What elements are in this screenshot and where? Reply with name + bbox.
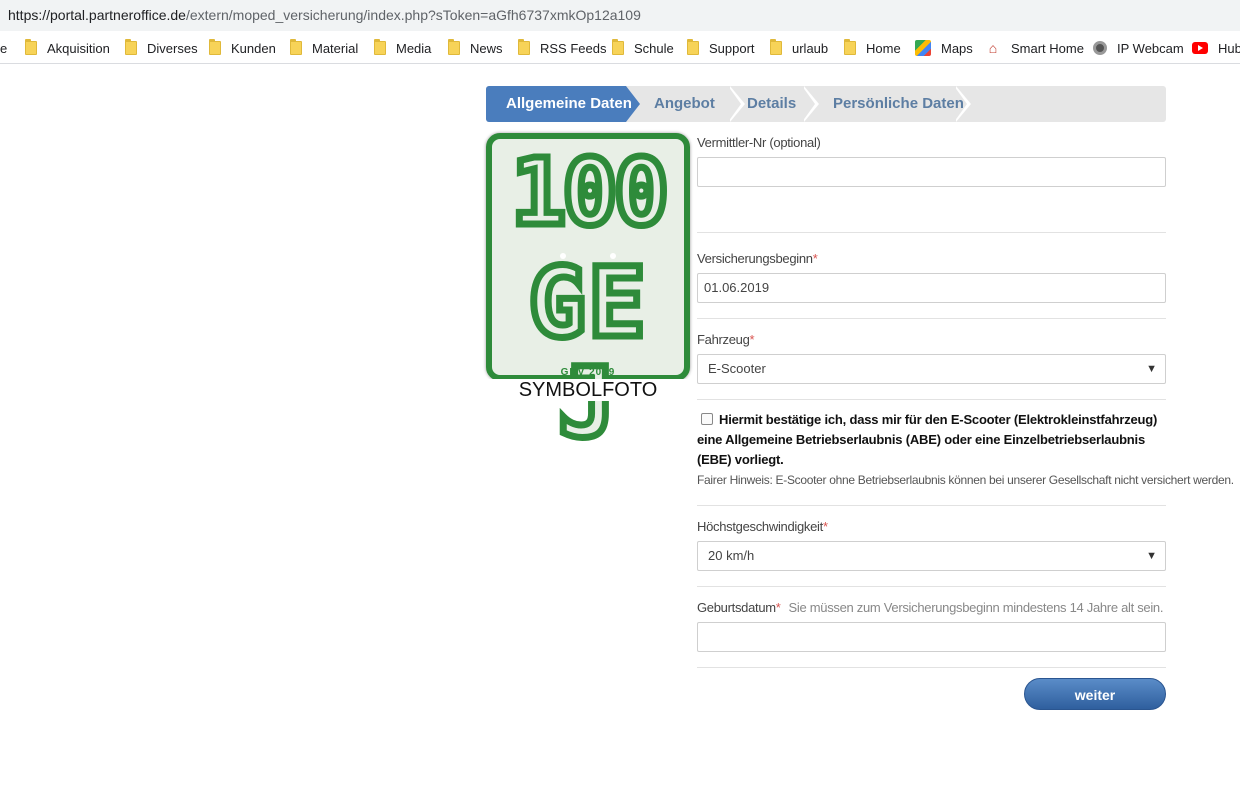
geschwindigkeit-selected-value: 20 km/h — [708, 548, 755, 563]
step-allgemeine-daten[interactable]: Allgemeine Daten — [506, 86, 632, 122]
weiter-button[interactable]: weiter — [1024, 678, 1166, 710]
step-persoenliche-daten[interactable]: Persönliche Daten — [833, 86, 964, 122]
maps-icon — [915, 40, 931, 56]
bookmark-media[interactable]: Media — [374, 39, 431, 57]
address-bar[interactable]: https://portal.partneroffice.de/extern/m… — [0, 0, 1240, 31]
bookmark-e[interactable]: e — [0, 39, 7, 57]
bookmark-label: Maps — [941, 40, 973, 56]
plate-number: 100 — [507, 139, 672, 246]
bookmark-label: News — [470, 40, 503, 56]
folder-icon — [687, 39, 699, 55]
step-separator-inner — [802, 86, 815, 122]
url-text[interactable]: https://portal.partneroffice.de/extern/m… — [8, 7, 641, 23]
divider — [697, 505, 1166, 506]
dropdown-arrow-icon: ▼ — [1146, 550, 1157, 562]
fahrzeug-label-text: Fahrzeug — [697, 332, 750, 347]
url-host: https://portal.partneroffice.de — [8, 7, 186, 23]
youtube-icon — [1192, 42, 1208, 54]
folder-icon — [844, 39, 856, 55]
step-separator-inner — [728, 86, 741, 122]
divider — [697, 318, 1166, 319]
geburtsdatum-label: Geburtsdatum* Sie müssen zum Versicherung… — [697, 600, 1163, 615]
bookmark-label: Home — [866, 40, 901, 56]
plate-board: 100 GE J GDV 2019 — [486, 133, 690, 457]
plate-footer: GDV 2019 — [560, 367, 616, 378]
vermittler-input[interactable] — [697, 157, 1166, 187]
bookmark-label: urlaub — [792, 40, 829, 56]
fahrzeug-label: Fahrzeug* — [697, 332, 755, 347]
bookmark-smart-home[interactable]: ⌂ Smart Home — [985, 39, 1084, 57]
divider — [697, 232, 1166, 233]
bookmark-kunden[interactable]: Kunden — [209, 39, 276, 57]
folder-icon — [612, 39, 624, 55]
step-details[interactable]: Details — [747, 86, 796, 122]
plate-letters: GE J — [525, 247, 650, 459]
bookmark-label: e — [0, 40, 8, 56]
required-mark: * — [812, 251, 818, 266]
folder-icon — [25, 39, 37, 55]
geburtsdatum-input[interactable] — [697, 622, 1166, 652]
dropdown-arrow-icon: ▼ — [1146, 363, 1157, 375]
bookmark-schule[interactable]: Schule — [612, 39, 674, 57]
bookmark-maps[interactable]: Maps — [915, 39, 973, 57]
required-mark: * — [775, 600, 781, 615]
divider — [697, 667, 1166, 668]
bookmark-support[interactable]: Support — [687, 39, 755, 57]
abe-confirm-text: Hiermit bestätige ich, dass mir für den … — [697, 412, 1158, 467]
step-angebot[interactable]: Angebot — [654, 86, 715, 122]
bookmark-hubs[interactable]: Hubs — [1192, 39, 1240, 57]
bookmark-urlaub[interactable]: urlaub — [770, 39, 828, 57]
versicherungsbeginn-input[interactable]: 01.06.2019 — [697, 273, 1166, 303]
folder-icon — [518, 39, 530, 55]
folder-icon — [448, 39, 460, 55]
fair-notice-text: Fairer Hinweis: E-Scooter ohne Betriebse… — [697, 473, 1234, 487]
bookmark-akquisition[interactable]: Akquisition — [25, 39, 110, 57]
geburtsdatum-hint: Sie müssen zum Versicherungsbeginn minde… — [788, 600, 1164, 615]
geburtsdatum-label-text: Geburtsdatum — [697, 600, 776, 615]
divider — [697, 586, 1166, 587]
bookmark-label: Support — [709, 40, 755, 56]
bookmark-diverses[interactable]: Diverses — [125, 39, 198, 57]
bookmarks-bar: e Akquisition Diverses Kunden Material M… — [0, 31, 1240, 64]
bookmark-label: Diverses — [147, 40, 198, 56]
bookmark-material[interactable]: Material — [290, 39, 358, 57]
required-mark: * — [822, 519, 828, 534]
fahrzeug-select[interactable]: E-Scooter ▼ — [697, 354, 1166, 384]
folder-icon — [209, 39, 221, 55]
bookmark-label: IP Webcam — [1117, 40, 1184, 56]
bookmark-label: Akquisition — [47, 40, 110, 56]
divider — [697, 399, 1166, 400]
bookmark-label: Media — [396, 40, 432, 56]
folder-icon — [770, 39, 782, 55]
bookmark-label: Schule — [634, 40, 674, 56]
vermittler-label: Vermittler-Nr (optional) — [697, 135, 821, 150]
webcam-icon — [1093, 41, 1107, 55]
geschwindigkeit-label: Höchstgeschwindigkeit* — [697, 519, 828, 534]
fahrzeug-selected-value: E-Scooter — [708, 361, 766, 376]
geschwindigkeit-label-text: Höchstgeschwindigkeit — [697, 519, 823, 534]
vermittler-label-text: Vermittler-Nr (optional) — [697, 135, 821, 150]
bookmark-ip-webcam[interactable]: IP Webcam — [1093, 39, 1184, 57]
folder-icon — [374, 39, 386, 55]
folder-icon — [125, 39, 137, 55]
folder-icon — [290, 39, 302, 55]
geschwindigkeit-select[interactable]: 20 km/h ▼ — [697, 541, 1166, 571]
bookmark-label: Kunden — [231, 40, 276, 56]
bookmark-label: Material — [312, 40, 359, 56]
versicherungsbeginn-label: Versicherungsbeginn* — [697, 251, 818, 266]
bookmark-label: RSS Feeds — [540, 40, 607, 56]
bookmark-news[interactable]: News — [448, 39, 503, 57]
bookmark-home[interactable]: Home — [844, 39, 901, 57]
bookmark-label: Smart Home — [1011, 40, 1084, 56]
url-path: /extern/moped_versicherung/index.php?sTo… — [185, 7, 641, 23]
bookmark-rss-feeds[interactable]: RSS Feeds — [518, 39, 606, 57]
versicherungsbeginn-label-text: Versicherungsbeginn — [697, 251, 813, 266]
bookmark-label: Hubs — [1218, 40, 1240, 56]
symbolfoto-caption: SYMBOLFOTO — [486, 379, 690, 401]
required-mark: * — [749, 332, 755, 347]
smart-home-icon: ⌂ — [988, 40, 998, 56]
wizard-steps: Allgemeine Daten Angebot Details Persönl… — [486, 86, 1166, 122]
license-plate-image: 100 GE J GDV 2019 SYMBOLFOTO — [486, 133, 690, 457]
